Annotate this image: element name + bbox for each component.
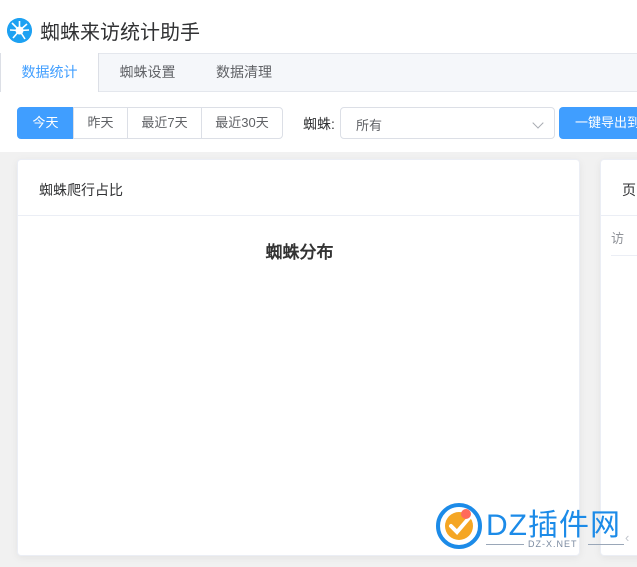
tab-spider-settings[interactable]: 蜘蛛设置	[99, 53, 196, 92]
chevron-down-icon	[532, 117, 544, 129]
page-card-title: 页	[601, 160, 637, 216]
page-card: 页 访 ‹	[600, 159, 637, 556]
spider-filter-label: 蜘蛛:	[303, 116, 335, 132]
spider-select[interactable]: 所有	[340, 107, 555, 139]
page-card-subtitle: 访	[611, 228, 637, 256]
spider-select-value: 所有	[356, 118, 383, 133]
spider-ratio-card-title: 蜘蛛爬行占比	[18, 160, 579, 216]
filter-toolbar: 今天 昨天 最近7天 最近30天 蜘蛛: 所有 一键导出到	[0, 92, 637, 152]
spider-logo-icon	[7, 18, 32, 43]
export-button[interactable]: 一键导出到	[559, 107, 637, 139]
tab-bar: 数据统计 蜘蛛设置 数据清理	[0, 53, 637, 93]
spider-ratio-card: 蜘蛛爬行占比 蜘蛛分布	[17, 159, 580, 556]
range-yesterday-button[interactable]: 昨天	[73, 107, 128, 139]
app-header: 蜘蛛来访统计助手	[0, 0, 637, 53]
watermark-divider	[588, 544, 624, 545]
app-title: 蜘蛛来访统计助手	[40, 22, 200, 44]
watermark-logo-icon	[436, 503, 482, 549]
tab-data-stats[interactable]: 数据统计	[0, 53, 99, 93]
range-7days-button[interactable]: 最近7天	[127, 107, 202, 139]
watermark-divider	[486, 544, 524, 545]
watermark: DZ插件网 DZ-X.NET	[436, 498, 626, 556]
range-30days-button[interactable]: 最近30天	[201, 107, 283, 139]
tab-data-cleanup[interactable]: 数据清理	[196, 53, 292, 92]
watermark-url: DZ-X.NET	[528, 539, 578, 549]
chart-title: 蜘蛛分布	[265, 243, 334, 262]
watermark-brand: DZ插件网	[486, 509, 621, 542]
range-today-button[interactable]: 今天	[17, 107, 74, 139]
